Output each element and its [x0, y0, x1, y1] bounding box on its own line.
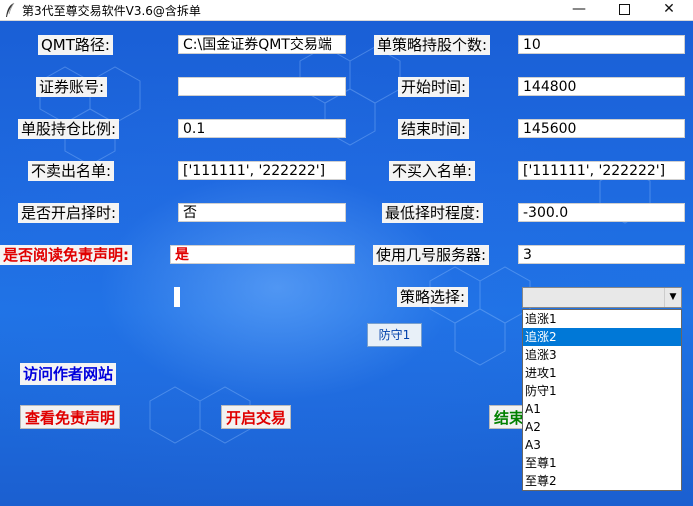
strategy-button[interactable]: 防守1 — [367, 323, 422, 347]
strategy-combobox[interactable]: ▼ — [522, 287, 682, 308]
max-stocks-field[interactable]: 10 — [518, 35, 685, 54]
timing-label: 是否开启择时: — [18, 203, 120, 223]
feather-icon — [6, 2, 15, 17]
server-field[interactable]: 3 — [518, 245, 685, 264]
minimize-button[interactable]: — — [556, 0, 602, 20]
dropdown-option[interactable]: 追涨3 — [523, 346, 681, 364]
start-time-label: 开始时间: — [398, 77, 470, 97]
dropdown-option[interactable]: 进攻1 — [523, 364, 681, 382]
blank-marker — [174, 287, 180, 307]
window-title: 第3代至尊交易软件V3.6@含拆单 — [22, 4, 201, 18]
no-sell-label: 不卖出名单: — [28, 161, 115, 181]
maximize-icon — [618, 4, 630, 15]
title-bar: 第3代至尊交易软件V3.6@含拆单 — ✕ — [0, 0, 693, 21]
disclaimer-read-label: 是否阅读免责声明: — [0, 245, 132, 265]
end-trading-button[interactable]: 结束 — [489, 405, 523, 429]
account-label: 证券账号: — [36, 77, 108, 97]
dropdown-option[interactable]: A3 — [523, 436, 681, 454]
dropdown-option[interactable]: 防守1 — [523, 382, 681, 400]
strategy-dropdown-list[interactable]: 追涨1 追涨2 追涨3 进攻1 防守1 A1 A2 A3 至尊1 至尊2 — [522, 309, 682, 491]
min-timing-field[interactable]: -300.0 — [518, 203, 685, 222]
no-buy-label: 不买入名单: — [389, 161, 476, 181]
maximize-button[interactable] — [601, 0, 647, 20]
chevron-down-icon[interactable]: ▼ — [664, 288, 681, 307]
strategy-label: 策略选择: — [397, 287, 469, 307]
dropdown-option[interactable]: 至尊2 — [523, 472, 681, 490]
end-time-field[interactable]: 145600 — [518, 119, 685, 138]
close-button[interactable]: ✕ — [646, 0, 692, 20]
server-label: 使用几号服务器: — [373, 245, 490, 265]
account-field[interactable] — [178, 77, 346, 96]
no-sell-field[interactable]: ['111111', '222222'] — [178, 161, 346, 180]
visit-site-link[interactable]: 访问作者网站 — [20, 363, 117, 385]
disclaimer-read-field[interactable]: 是 — [170, 245, 355, 264]
dropdown-option[interactable]: A1 — [523, 400, 681, 418]
end-time-label: 结束时间: — [398, 119, 470, 139]
start-trading-button[interactable]: 开启交易 — [221, 405, 292, 429]
dropdown-option[interactable]: 追涨2 — [523, 328, 681, 346]
qmt-path-field[interactable]: C:\国金证券QMT交易端 — [178, 35, 346, 54]
dropdown-option[interactable]: 追涨1 — [523, 310, 681, 328]
qmt-path-label: QMT路径: — [38, 35, 113, 55]
position-ratio-label: 单股持仓比例: — [18, 119, 120, 139]
view-disclaimer-button[interactable]: 查看免责声明 — [20, 405, 121, 429]
min-timing-label: 最低择时程度: — [382, 203, 484, 223]
dropdown-option[interactable]: 至尊1 — [523, 454, 681, 472]
timing-field[interactable]: 否 — [178, 203, 346, 222]
position-ratio-field[interactable]: 0.1 — [178, 119, 346, 138]
dropdown-option[interactable]: A2 — [523, 418, 681, 436]
start-time-field[interactable]: 144800 — [518, 77, 685, 96]
max-stocks-label: 单策略持股个数: — [374, 35, 491, 55]
no-buy-field[interactable]: ['111111', '222222'] — [518, 161, 685, 180]
